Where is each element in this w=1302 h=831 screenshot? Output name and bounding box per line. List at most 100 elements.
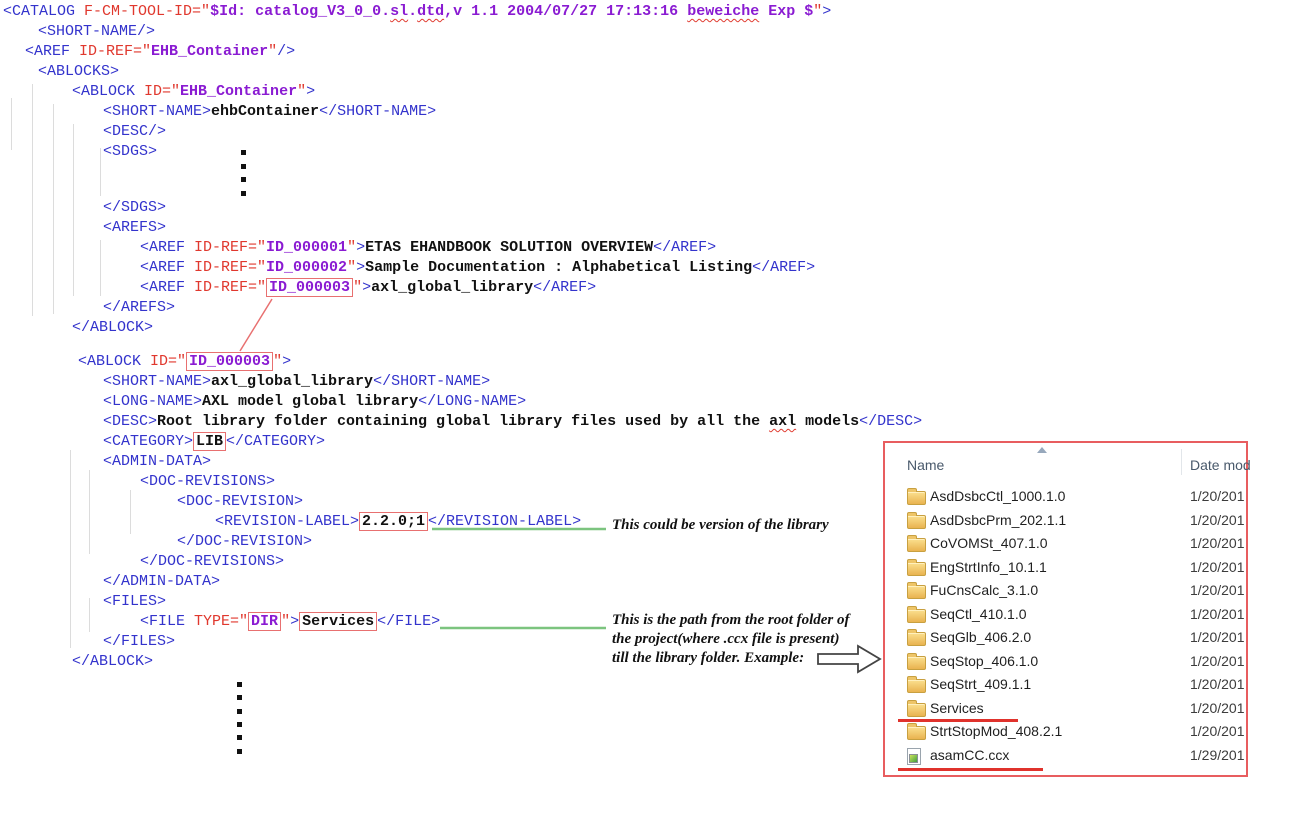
item-date-modified: 1/20/2015 [1190,512,1245,528]
ellipsis-dot [237,695,242,700]
code-line: <AREF ID-REF="EHB_Container"/> [0,42,922,62]
file-explorer-panel: Name Date mod AsdDsbcCtl_1000.1.0 1/20/20… [883,441,1248,777]
item-name[interactable]: SeqStrt_409.1.1 [930,676,1031,692]
code-line: <SHORT-NAME>ehbContainer</SHORT-NAME> [0,102,922,122]
code-line: <SHORT-NAME>axl_global_library</SHORT-NA… [0,372,922,392]
xml-code-block: <CATALOG F-CM-TOOL-ID="$Id: catalog_V3_0… [0,2,922,672]
item-date-modified: 1/20/2015 [1190,653,1245,669]
sort-ascending-icon[interactable] [1037,447,1047,453]
figure-canvas: <CATALOG F-CM-TOOL-ID="$Id: catalog_V3_0… [0,0,1302,831]
explorer-row[interactable]: SeqCtl_410.1.0 1/20/2015 [885,603,1246,627]
item-date-modified: 1/20/2015 [1190,629,1245,645]
explorer-row[interactable]: AsdDsbcPrm_202.1.1 1/20/2015 [885,509,1246,533]
asamcc-highlight-underline [898,768,1043,771]
folder-icon [907,515,926,529]
path-annotation-line: This is the path from the root folder of [612,611,850,630]
services-highlight-underline [898,719,1018,722]
code-line: <CATALOG F-CM-TOOL-ID="$Id: catalog_V3_0… [0,2,922,22]
item-name[interactable]: SeqGlb_406.2.0 [930,629,1031,645]
column-divider[interactable] [1181,449,1182,475]
code-line: <ADMIN-DATA> [0,452,922,472]
ellipsis-dot [241,164,246,169]
folder-icon [907,585,926,599]
code-line: </ABLOCK> [0,318,922,338]
explorer-row[interactable]: SeqStrt_409.1.1 1/20/2015 [885,673,1246,697]
folder-icon [907,679,926,693]
document-icon [907,748,921,765]
item-date-modified: 1/20/2015 [1190,559,1245,575]
item-name[interactable]: CoVOMSt_407.1.0 [930,535,1048,551]
item-name[interactable]: AsdDsbcPrm_202.1.1 [930,512,1066,528]
code-line: <AREF ID-REF="ID_000001">ETAS EHANDBOOK … [0,238,922,258]
code-line: <AREF ID-REF="ID_000002">Sample Document… [0,258,922,278]
explorer-row[interactable]: FuCnsCalc_3.1.0 1/20/2015 [885,579,1246,603]
ellipsis-dot [241,191,246,196]
column-header-name[interactable]: Name [907,457,944,473]
item-name[interactable]: Services [930,700,984,716]
code-line: <AREF ID-REF="ID_000003">axl_global_libr… [0,278,922,298]
code-line: <ABLOCKS> [0,62,922,82]
item-date-modified: 1/20/2015 [1190,606,1245,622]
code-line: <LONG-NAME>AXL model global library</LON… [0,392,922,412]
item-name[interactable]: SeqStop_406.1.0 [930,653,1038,669]
item-date-modified: 1/20/2015 [1190,723,1245,739]
code-line: <SDGS> [0,142,922,162]
explorer-row[interactable]: CoVOMSt_407.1.0 1/20/2015 [885,532,1246,556]
code-line: <DESC>Root library folder containing glo… [0,412,922,432]
column-header-date-modified[interactable]: Date mod [1190,457,1251,473]
folder-icon [907,609,926,623]
code-line: <ABLOCK ID="EHB_Container"> [0,82,922,102]
item-name[interactable]: StrtStopMod_408.2.1 [930,723,1062,739]
item-name[interactable]: AsdDsbcCtl_1000.1.0 [930,488,1065,504]
item-date-modified: 1/20/2015 [1190,535,1245,551]
folder-icon [907,656,926,670]
folder-icon [907,538,926,552]
ellipsis-dot [241,177,246,182]
code-line: </SDGS> [0,198,922,218]
item-name[interactable]: EngStrtInfo_10.1.1 [930,559,1047,575]
item-date-modified: 1/20/2015 [1190,582,1245,598]
explorer-header: Name Date mod [885,443,1246,485]
item-date-modified: 1/20/2015 [1190,700,1245,716]
ellipsis-dot [237,682,242,687]
explorer-row[interactable]: EngStrtInfo_10.1.1 1/20/2015 [885,556,1246,580]
folder-icon [907,562,926,576]
folder-icon [907,632,926,646]
version-annotation: This could be version of the library [612,516,829,535]
explorer-row[interactable]: SeqStop_406.1.0 1/20/2015 [885,650,1246,674]
ellipsis-dot [241,150,246,155]
code-line: <FILES> [0,592,922,612]
code-line: <SHORT-NAME/> [0,22,922,42]
code-line: </AREFS> [0,298,922,318]
folder-icon [907,491,926,505]
code-line: </ADMIN-DATA> [0,572,922,592]
folder-icon [907,703,926,717]
explorer-row[interactable]: StrtStopMod_408.2.1 1/20/2015 [885,720,1246,744]
item-date-modified: 1/20/2015 [1190,676,1245,692]
item-name[interactable]: SeqCtl_410.1.0 [930,606,1027,622]
item-date-modified: 1/20/2015 [1190,488,1245,504]
explorer-row[interactable]: SeqGlb_406.2.0 1/20/2015 [885,626,1246,650]
code-line: <DESC/> [0,122,922,142]
item-name[interactable]: FuCnsCalc_3.1.0 [930,582,1038,598]
explorer-row[interactable]: AsdDsbcCtl_1000.1.0 1/20/2015 [885,485,1246,509]
code-line: </DOC-REVISIONS> [0,552,922,572]
ellipsis-dot [237,749,242,754]
ellipsis-dot [237,722,242,727]
ellipsis-dot [237,735,242,740]
code-line: <DOC-REVISIONS> [0,472,922,492]
item-name[interactable]: asamCC.ccx [930,747,1009,763]
explorer-row[interactable]: Services 1/20/2015 [885,697,1246,721]
path-annotation-line: till the library folder. Example: [612,649,850,668]
code-line: <CATEGORY>LIB</CATEGORY> [0,432,922,452]
code-line: <DOC-REVISION> [0,492,922,512]
item-date-modified: 1/29/2015 [1190,747,1245,763]
explorer-row-list: AsdDsbcCtl_1000.1.01/20/2015AsdDsbcPrm_2… [885,485,1246,767]
code-line: <AREFS> [0,218,922,238]
code-line: </DOC-REVISION> [0,532,922,552]
folder-icon [907,726,926,740]
explorer-row[interactable]: asamCC.ccx 1/29/2015 [885,744,1246,768]
path-annotation-line: the project(where .ccx file is present) [612,630,850,649]
code-line: <ABLOCK ID="ID_000003"> [0,352,922,372]
ellipsis-dot [237,709,242,714]
